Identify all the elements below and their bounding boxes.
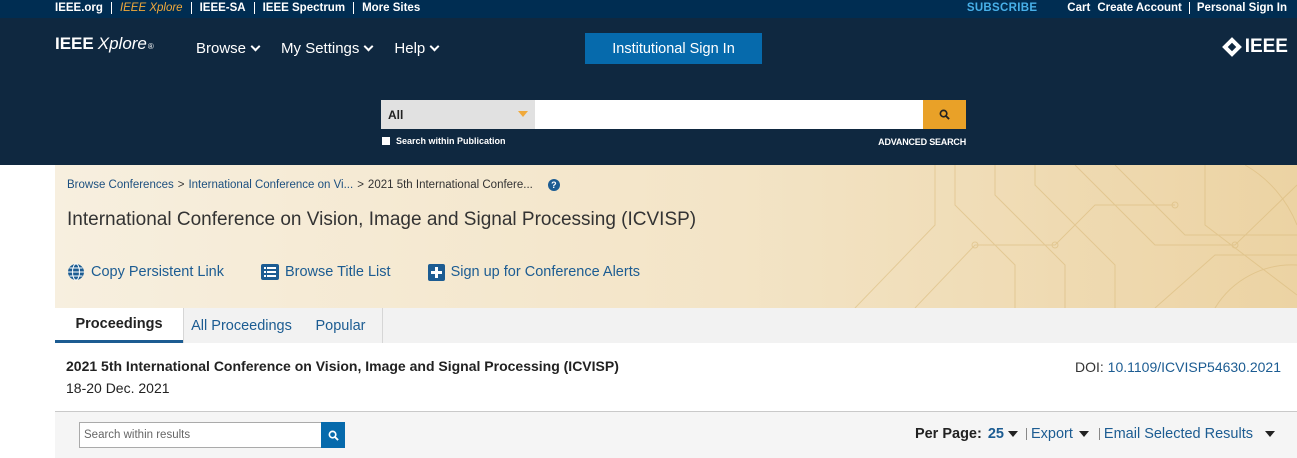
separator xyxy=(1098,428,1100,440)
ieee-brand-logo[interactable]: IEEE xyxy=(1221,36,1288,58)
tab-bar: Proceedings All Proceedings Popular xyxy=(55,308,1297,343)
chevron-down-icon xyxy=(250,41,261,52)
ieee-spectrum-link[interactable]: IEEE Spectrum xyxy=(263,2,345,14)
search-input[interactable] xyxy=(535,100,923,129)
ieee-brand-text: IEEE xyxy=(1244,36,1288,57)
proceeding-title: 2021 5th International Conference on Vis… xyxy=(66,358,619,374)
export-button[interactable]: Export xyxy=(1031,426,1073,442)
top-utility-bar: IEEE.org IEEE Xplore IEEE-SA IEEE Spectr… xyxy=(0,0,1297,18)
caret-down-icon xyxy=(1078,431,1089,437)
doi-link[interactable]: 10.1109/ICVISP54630.2021 xyxy=(1108,359,1281,375)
separator xyxy=(1025,428,1027,440)
plus-square-icon xyxy=(427,263,445,281)
ieee-xplore-logo[interactable]: IEEE Xplore ® xyxy=(55,34,154,54)
page-title: International Conference on Vision, Imag… xyxy=(67,209,697,230)
nav-browse-label: Browse xyxy=(196,40,247,57)
email-selected-results-button[interactable]: Email Selected Results xyxy=(1104,426,1253,442)
ieee-xplore-link[interactable]: IEEE Xplore xyxy=(120,2,183,14)
breadcrumb: Browse Conferences > International Confe… xyxy=(67,179,560,191)
sign-up-conference-alerts-label: Sign up for Conference Alerts xyxy=(450,264,640,280)
separator xyxy=(190,2,192,14)
breadcrumb-browse-conferences[interactable]: Browse Conferences xyxy=(67,179,174,191)
breadcrumb-current: 2021 5th International Confere... xyxy=(367,179,533,191)
browse-title-list-button[interactable]: Browse Title List xyxy=(260,263,391,281)
create-account-link[interactable]: Create Account xyxy=(1097,2,1182,14)
separator xyxy=(110,2,112,14)
breadcrumb-separator: > xyxy=(357,179,364,191)
proceeding-info: 2021 5th International Conference on Vis… xyxy=(66,358,619,396)
ieee-diamond-icon xyxy=(1221,37,1242,57)
search-icon xyxy=(939,109,950,120)
separator xyxy=(353,2,355,14)
per-page-label: Per Page: xyxy=(914,426,982,442)
browse-title-list-label: Browse Title List xyxy=(284,264,391,280)
conference-actions: Copy Persistent Link Browse Title List S… xyxy=(67,263,677,281)
search-within-publication-checkbox[interactable] xyxy=(382,137,390,145)
caret-down-icon xyxy=(1007,431,1018,437)
personal-sign-in-link[interactable]: Personal Sign In xyxy=(1197,2,1287,14)
results-controls: Per Page: 25 Export Email Selected Resul… xyxy=(915,426,1275,442)
list-icon xyxy=(260,264,279,280)
chevron-down-icon xyxy=(363,41,374,52)
separator xyxy=(1188,2,1190,14)
copy-persistent-link-button[interactable]: Copy Persistent Link xyxy=(67,263,224,281)
search-within-results-input[interactable]: Search within results xyxy=(79,422,322,448)
doi-label: DOI: xyxy=(1075,359,1104,375)
tab-popular[interactable]: Popular xyxy=(299,308,383,343)
per-page-select[interactable]: 25 xyxy=(988,426,1004,442)
separator xyxy=(253,2,255,14)
search-scope-select[interactable]: All xyxy=(381,100,535,129)
search-options: Search within Publication ADVANCED SEARC… xyxy=(381,135,966,149)
copy-persistent-link-label: Copy Persistent Link xyxy=(91,264,224,280)
nav-help[interactable]: Help xyxy=(394,40,440,57)
caret-down-icon xyxy=(1265,431,1275,437)
advanced-search-link[interactable]: ADVANCED SEARCH xyxy=(878,137,966,147)
cart-link[interactable]: Cart xyxy=(1067,2,1090,14)
logo-registered-mark: ® xyxy=(147,42,154,51)
tab-proceedings[interactable]: Proceedings xyxy=(55,308,183,343)
proceeding-doi: DOI: 10.1109/ICVISP54630.2021 xyxy=(1075,359,1281,375)
search-within-results-button[interactable] xyxy=(321,422,345,448)
results-toolbar: Search within results Per Page: 25 Expor… xyxy=(55,412,1297,458)
nav-my-settings-label: My Settings xyxy=(281,40,360,57)
ieee-org-link[interactable]: IEEE.org xyxy=(55,2,103,14)
nav-browse[interactable]: Browse xyxy=(196,40,261,57)
search-button[interactable] xyxy=(923,100,966,129)
globe-icon xyxy=(68,263,84,281)
proceeding-dates: 18-20 Dec. 2021 xyxy=(66,380,170,396)
nav-my-settings[interactable]: My Settings xyxy=(281,40,374,57)
chevron-down-icon xyxy=(429,41,440,52)
search-scope-value: All xyxy=(388,107,404,122)
help-icon[interactable]: ? xyxy=(547,179,560,191)
global-search: All xyxy=(381,100,966,129)
conference-banner: Browse Conferences > International Confe… xyxy=(55,165,1297,308)
breadcrumb-separator: > xyxy=(177,179,185,191)
subscribe-link[interactable]: SUBSCRIBE xyxy=(967,2,1037,14)
site-links: IEEE.org IEEE Xplore IEEE-SA IEEE Spectr… xyxy=(55,2,420,14)
caret-down-icon xyxy=(518,111,528,117)
sign-up-conference-alerts-button[interactable]: Sign up for Conference Alerts xyxy=(427,263,640,281)
account-links: SUBSCRIBE Cart Create Account Personal S… xyxy=(967,2,1287,14)
nav-help-label: Help xyxy=(394,40,426,57)
breadcrumb-conference[interactable]: International Conference on Vi... xyxy=(188,179,353,191)
search-within-publication-label: Search within Publication xyxy=(396,136,506,146)
main-nav: Browse My Settings Help xyxy=(196,40,460,57)
ieee-sa-link[interactable]: IEEE-SA xyxy=(200,2,246,14)
logo-xplore-text: Xplore xyxy=(97,34,147,53)
logo-ieee-text: IEEE xyxy=(55,34,94,53)
institutional-sign-in-button[interactable]: Institutional Sign In xyxy=(585,33,762,64)
more-sites-link[interactable]: More Sites xyxy=(362,2,420,14)
main-header: IEEE Xplore ® Browse My Settings Help In… xyxy=(0,18,1297,165)
tab-all-proceedings[interactable]: All Proceedings xyxy=(183,308,299,343)
search-icon xyxy=(328,430,339,441)
